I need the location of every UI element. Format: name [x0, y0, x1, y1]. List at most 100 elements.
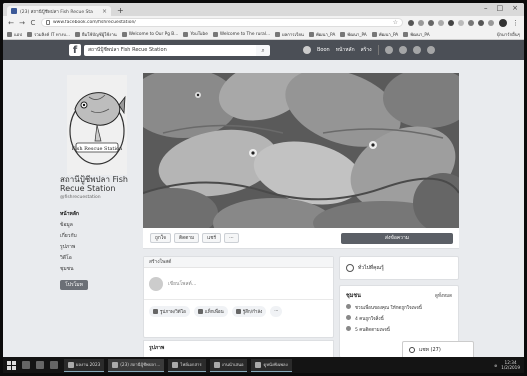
- extension-icon[interactable]: [438, 19, 444, 26]
- bookmark-item[interactable]: พัฒนา_PA: [371, 31, 398, 38]
- taskbar-app[interactable]: ไฟล์เอกสาร: [168, 358, 206, 372]
- community-line: 4 คนถูกใจสิ่งนี้: [346, 315, 452, 322]
- extension-icon[interactable]: [458, 19, 464, 26]
- page-nav-item[interactable]: เกี่ยวกับ: [60, 231, 145, 242]
- facebook-search-input[interactable]: สถานีปู้ชีพปลา Fish Recue Station: [84, 44, 256, 56]
- taskbar-app-label: (23) สถานีปู้ชีพปลา...: [120, 362, 161, 367]
- bookmark-item[interactable]: พัฒนา_PA: [308, 31, 336, 38]
- extension-icon[interactable]: [478, 19, 484, 26]
- photo-video-button[interactable]: รูปภาพ/วิดีโอ: [149, 306, 190, 317]
- help-icon[interactable]: [426, 46, 435, 54]
- page-left-nav: หน้าหลัก ข้อมูล เกี่ยวกับ รูปภาพ วิดีโอ ชุมชน: [60, 209, 145, 275]
- search-icon[interactable]: [22, 361, 30, 369]
- messenger-icon[interactable]: [398, 46, 407, 54]
- extension-icon[interactable]: [428, 19, 434, 26]
- app-icon: [255, 361, 262, 368]
- share-button[interactable]: แชร์: [202, 233, 222, 243]
- bookmark-label: ยืมใช้บัญชีผู้ใช้งาน: [82, 32, 117, 38]
- user-name-link[interactable]: Boon: [317, 47, 330, 53]
- taskbar-app[interactable]: ผลงาน 2023: [64, 358, 105, 372]
- browser-tab[interactable]: (23) สถานีปู้ชีพปลา Fish Recue Sta ×: [7, 6, 111, 16]
- bookmark-item[interactable]: ผลการเรียน: [275, 31, 304, 38]
- bookmark-star-icon[interactable]: ☆: [393, 19, 398, 26]
- extension-icon[interactable]: [468, 19, 474, 26]
- bookmark-icon: [340, 31, 346, 37]
- taskbar-app[interactable]: (23) สถานีปู้ชีพปลา...: [108, 358, 165, 372]
- extension-icon[interactable]: [418, 19, 424, 26]
- bookmark-item[interactable]: Welcome to Our Pg B...: [121, 31, 178, 37]
- community-see-all-link[interactable]: ดูทั้งหมด: [435, 292, 452, 300]
- minimize-button[interactable]: –: [484, 4, 488, 12]
- home-link[interactable]: หน้าหลัก: [336, 46, 355, 54]
- other-bookmarks[interactable]: บุ๊กมาร์กอื่นๆ: [497, 31, 520, 38]
- forward-button[interactable]: →: [19, 19, 25, 27]
- tag-icon: [197, 309, 203, 314]
- feeling-button[interactable]: รู้สึก/กำลัง: [231, 306, 267, 317]
- more-button[interactable]: ···: [224, 233, 239, 243]
- feeling-icon: [235, 309, 241, 314]
- bookmark-item[interactable]: แอป: [7, 31, 22, 38]
- create-link[interactable]: สร้าง: [361, 46, 372, 54]
- friends-icon[interactable]: [384, 46, 393, 54]
- composer-placeholder: เขียนโพสต์...: [168, 280, 197, 287]
- composer-more-button[interactable]: ···: [270, 306, 283, 317]
- bookmark-label: พัฒนา_PA: [315, 32, 336, 38]
- bookmark-label: ผลการเรียน: [282, 32, 304, 38]
- page-nav-item[interactable]: ชุมชน: [60, 264, 145, 275]
- community-line[interactable]: ชวนเพื่อนของคุณ ให้กดถูกใจเพจนี้: [346, 304, 452, 311]
- tab-close-icon[interactable]: ×: [102, 8, 107, 15]
- tag-friends-button[interactable]: แท็กเพื่อน: [193, 306, 228, 317]
- page-nav-item[interactable]: หน้าหลัก: [60, 209, 145, 220]
- page-nav-item[interactable]: ข้อมูล: [60, 220, 145, 231]
- sidebar-info-label: ทั่วไปที่คุณรู้: [358, 265, 384, 271]
- bookmark-icon: [121, 31, 127, 37]
- bookmark-item[interactable]: Welcome to The rural...: [212, 31, 270, 37]
- bookmark-item[interactable]: YouTube: [183, 31, 208, 37]
- notifications-icon[interactable]: [412, 46, 421, 54]
- profile-avatar[interactable]: [499, 18, 507, 27]
- taskbar-apps: ผลงาน 2023 (23) สถานีปู้ชีพปลา... ไฟล์เอกส…: [64, 358, 292, 372]
- bookmark-item[interactable]: พัฒนา_PA: [340, 31, 367, 38]
- file-explorer-icon[interactable]: [50, 361, 58, 369]
- extension-icon[interactable]: [488, 19, 494, 26]
- task-view-icon[interactable]: [36, 361, 44, 369]
- maximize-button[interactable]: □: [497, 4, 504, 12]
- search-icon[interactable]: ⌕: [256, 44, 270, 56]
- page-nav-item[interactable]: รูปภาพ: [60, 242, 145, 253]
- bookmark-item[interactable]: ยืมใช้บัญชีผู้ใช้งาน: [75, 31, 117, 38]
- bookmark-item[interactable]: รวมลิงค์ IT ทางบ...: [27, 31, 70, 38]
- taskbar-app[interactable]: งานนำเสนอ: [209, 358, 248, 372]
- input-language[interactable]: ค: [494, 362, 497, 369]
- windows-start-icon[interactable]: [7, 360, 16, 370]
- back-button[interactable]: ←: [8, 19, 14, 27]
- chat-bar[interactable]: แชท (27): [402, 341, 474, 358]
- page-nav-item[interactable]: วิดีโอ: [60, 253, 145, 264]
- taskbar-app[interactable]: ดูหนังฟังเพลง: [251, 358, 292, 372]
- send-message-button[interactable]: ส่งข้อความ: [341, 233, 453, 244]
- close-window-button[interactable]: ×: [512, 4, 518, 12]
- composer-input[interactable]: เขียนโพสต์...: [144, 268, 333, 300]
- user-avatar[interactable]: [303, 46, 311, 54]
- reload-button[interactable]: C: [30, 19, 36, 27]
- promote-button[interactable]: โปรโมท: [60, 280, 88, 290]
- facebook-logo-icon[interactable]: f: [69, 44, 81, 56]
- url-input[interactable]: www.facebook.com/fishrecuestation/ ☆: [41, 18, 403, 27]
- follow-button[interactable]: ติดตาม: [173, 233, 200, 243]
- new-tab-button[interactable]: +: [117, 6, 124, 16]
- page-profile-picture[interactable]: Fish Rescue Station: [67, 75, 127, 175]
- bookmark-label: YouTube: [190, 31, 208, 37]
- tab-title: (23) สถานีปู้ชีพปลา Fish Recue Sta: [20, 9, 93, 15]
- cover-photo[interactable]: [143, 73, 459, 228]
- clock[interactable]: 12:34 1/2/2019: [501, 360, 520, 370]
- page-handle[interactable]: @fishrecuestation: [60, 195, 145, 200]
- browser-menu-icon[interactable]: ⋮: [512, 19, 519, 27]
- like-button[interactable]: ถูกใจ: [150, 233, 171, 243]
- composer-header: สร้างโพสต์: [144, 257, 333, 268]
- bookmark-item[interactable]: พัฒนา_PA: [403, 31, 430, 38]
- extension-icon[interactable]: [448, 19, 454, 26]
- bookmark-icon: [27, 31, 33, 37]
- page-title[interactable]: สถานีปู้ชีพปลา Fish Recue Station: [60, 175, 145, 193]
- extension-icon[interactable]: [408, 19, 414, 26]
- sidebar-info-card[interactable]: ทั่วไปที่คุณรู้: [339, 256, 459, 280]
- photo-icon: [153, 309, 158, 314]
